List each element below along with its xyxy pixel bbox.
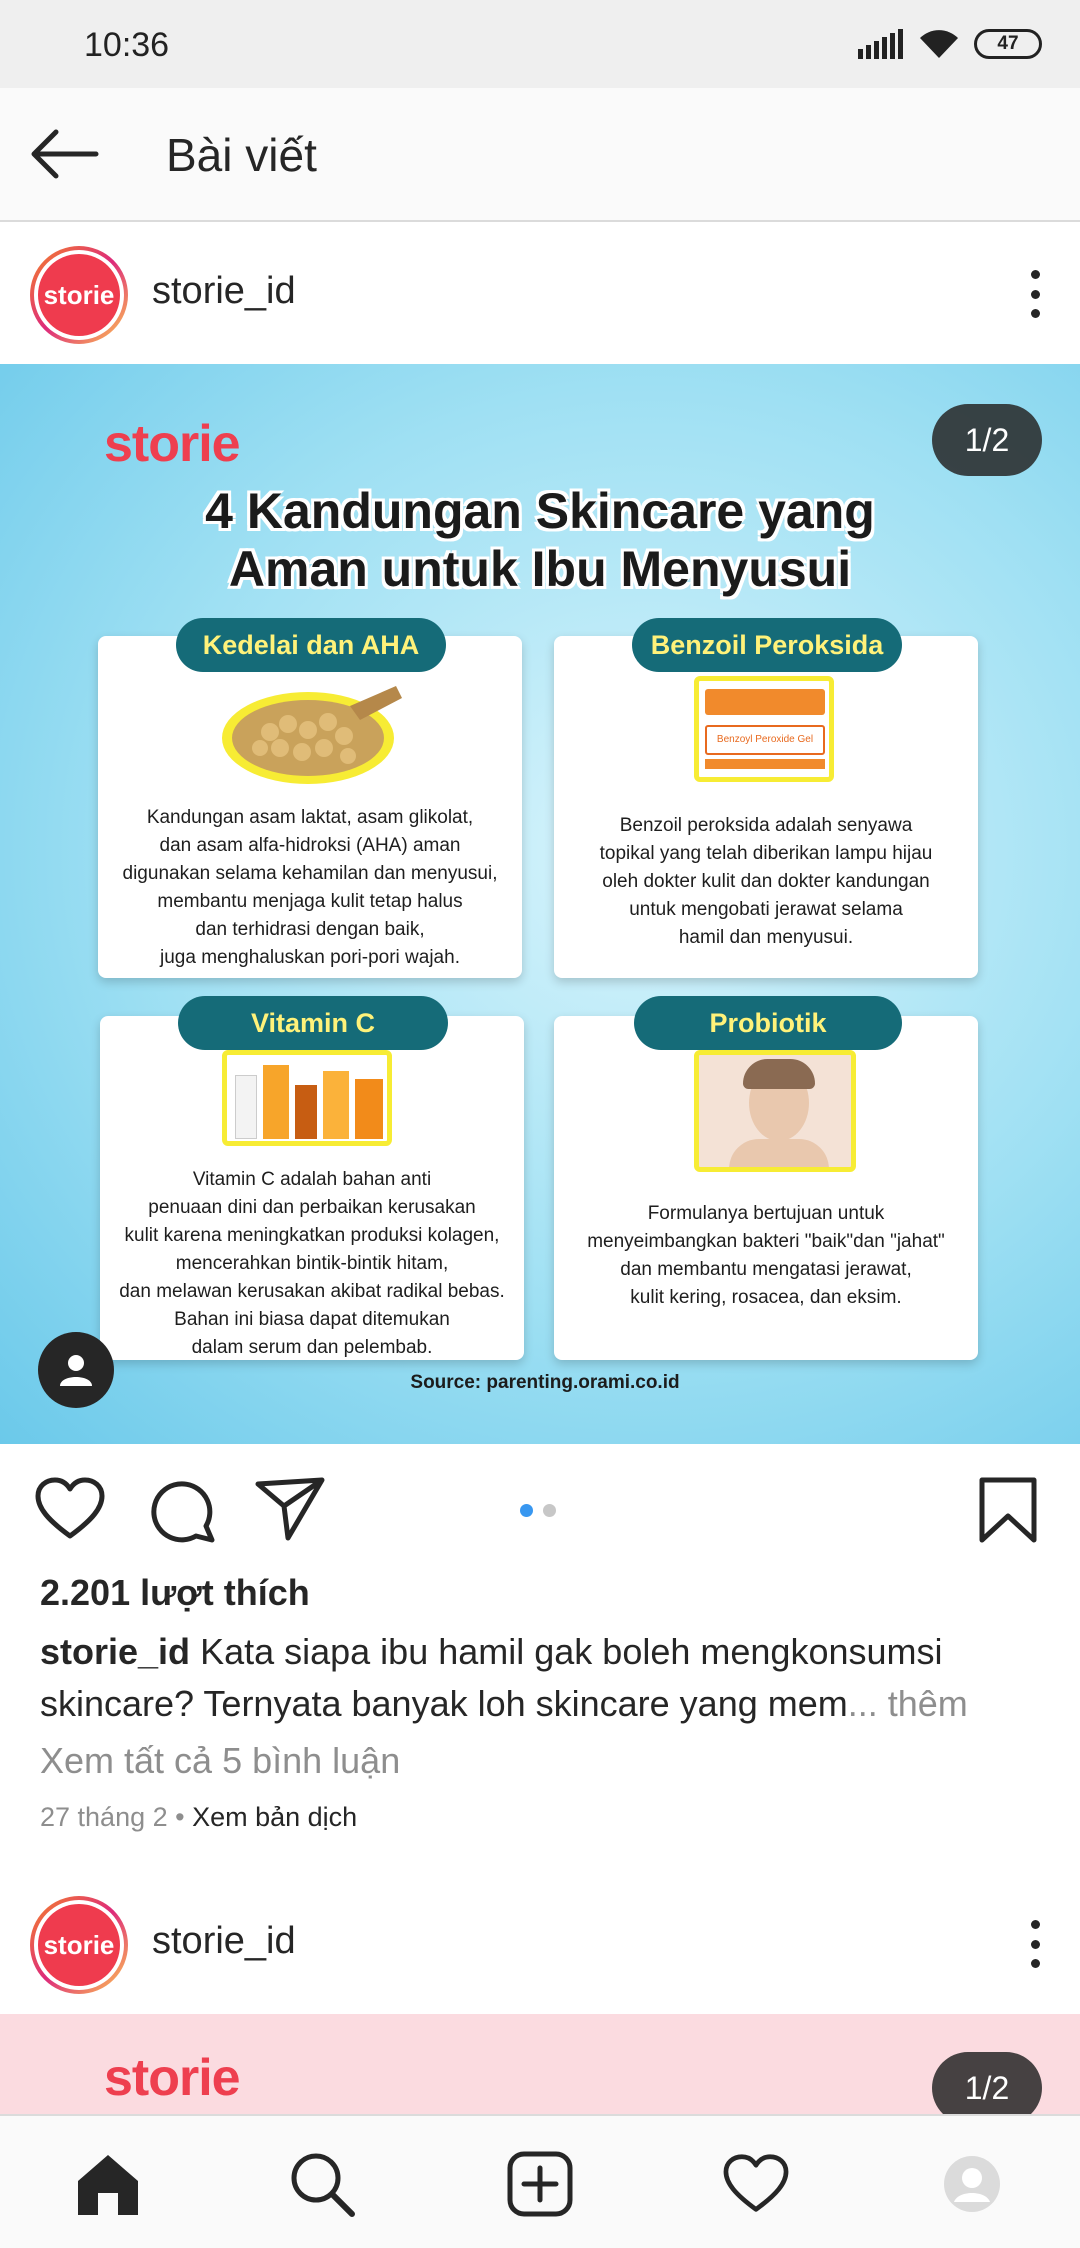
image-source: Source: parenting.orami.co.id [410,1372,680,1393]
info-card-probiotik: Formulanya bertujuan untuk menyeimbangkan… [554,1016,978,1360]
bottom-navigation [0,2114,1080,2248]
avatar[interactable]: storie [30,246,128,344]
more-vertical-icon[interactable] [1020,264,1050,324]
caption-text-2: skincare? Ternyata banyak loh skincare y… [40,1683,848,1724]
benzoyl-gel-illustration: Benzoyl Peroxide Gel [694,676,834,782]
vitamin-c-serum-illustration [222,1050,392,1146]
search-icon[interactable] [282,2144,362,2224]
caption-username[interactable]: storie_id [40,1631,190,1672]
battery-icon: 47 [974,29,1042,59]
carousel-dots [520,1504,556,1517]
caption-text-1: Kata siapa ibu hamil gak boleh mengkonsu… [200,1631,943,1672]
home-icon[interactable] [68,2144,148,2224]
post-date: 27 tháng 2 [40,1802,168,1832]
info-card-benzoil: Benzoyl Peroxide Gel Benzoil peroksida a… [554,636,978,978]
post-meta: 27 tháng 2 • Xem bản dịch [40,1802,357,1833]
status-bar: 10:36 47 [0,0,1080,88]
page-title: Bài viết [166,129,317,181]
status-icons: 47 [858,28,1042,60]
info-card-kedelai: Kandungan asam laktat, asam glikolat, dan… [98,636,522,978]
card-text: Kandungan asam laktat, asam glikolat, dan… [122,807,498,968]
comment-icon[interactable] [148,1476,216,1544]
card-label: Benzoil Peroksida [632,618,902,672]
avatar[interactable]: storie [30,1896,128,1994]
post-username[interactable]: storie_id [152,1920,296,1963]
wifi-icon [920,30,958,58]
view-comments-link[interactable]: Xem tất cả 5 bình luận [40,1740,400,1782]
battery-level: 47 [997,33,1019,54]
card-text: Benzoil peroksida adalah senyawa topikal … [599,815,933,948]
infographic-title-line-2: Aman untuk Ibu Menyusui [228,541,852,597]
avatar-logo: storie [38,254,120,336]
carousel-dot-active [520,1504,533,1517]
post-image[interactable]: storie 1/2 4 Kandungan Skincare yang Ama… [0,364,1080,1444]
carousel-dot [543,1504,556,1517]
card-text: Formulanya bertujuan untuk menyeimbangkan… [587,1203,945,1308]
tag-user-icon[interactable] [38,1332,114,1408]
card-label: Vitamin C [178,996,448,1050]
post-username[interactable]: storie_id [152,270,296,313]
post-actions [0,1444,1080,1574]
post-caption: storie_id Kata siapa ibu hamil gak boleh… [40,1626,1050,1730]
profile-icon[interactable] [932,2144,1012,2224]
card-text: Vitamin C adalah bahan anti penuaan dini … [119,1169,505,1358]
translate-link[interactable]: Xem bản dịch [192,1802,357,1832]
likes-count[interactable]: 2.201 lượt thích [40,1572,310,1614]
heart-icon[interactable] [34,1476,106,1542]
activity-icon[interactable] [716,2144,796,2224]
back-arrow-icon[interactable] [26,124,106,184]
more-vertical-icon[interactable] [1020,1914,1050,1974]
infographic-title: 4 Kandungan Skincare yang Aman untuk Ibu… [0,482,1080,598]
post-header: storie storie_id [0,224,1080,364]
status-time: 10:36 [84,26,170,64]
post-header: storie storie_id [0,1874,1080,2014]
face-illustration [694,1050,856,1172]
meta-separator: • [167,1802,193,1832]
soybean-illustration [222,686,402,784]
card-label: Probiotik [634,996,902,1050]
card-label: Kedelai dan AHA [176,618,446,672]
info-card-vitamin-c: Vitamin C adalah bahan anti penuaan dini … [100,1016,524,1360]
brand-logo: storie [104,2049,241,2107]
brand-logo: storie [104,415,241,473]
signal-icon [858,29,903,59]
avatar-logo: storie [38,1904,120,1986]
top-app-bar: Bài viết [0,88,1080,222]
carousel-counter: 1/2 [932,404,1042,476]
share-icon[interactable] [254,1476,326,1542]
bookmark-icon[interactable] [978,1476,1038,1544]
caption-more-link[interactable]: ... thêm [848,1683,968,1724]
add-icon[interactable] [500,2144,580,2224]
infographic-title-line-1: 4 Kandungan Skincare yang [205,483,875,539]
